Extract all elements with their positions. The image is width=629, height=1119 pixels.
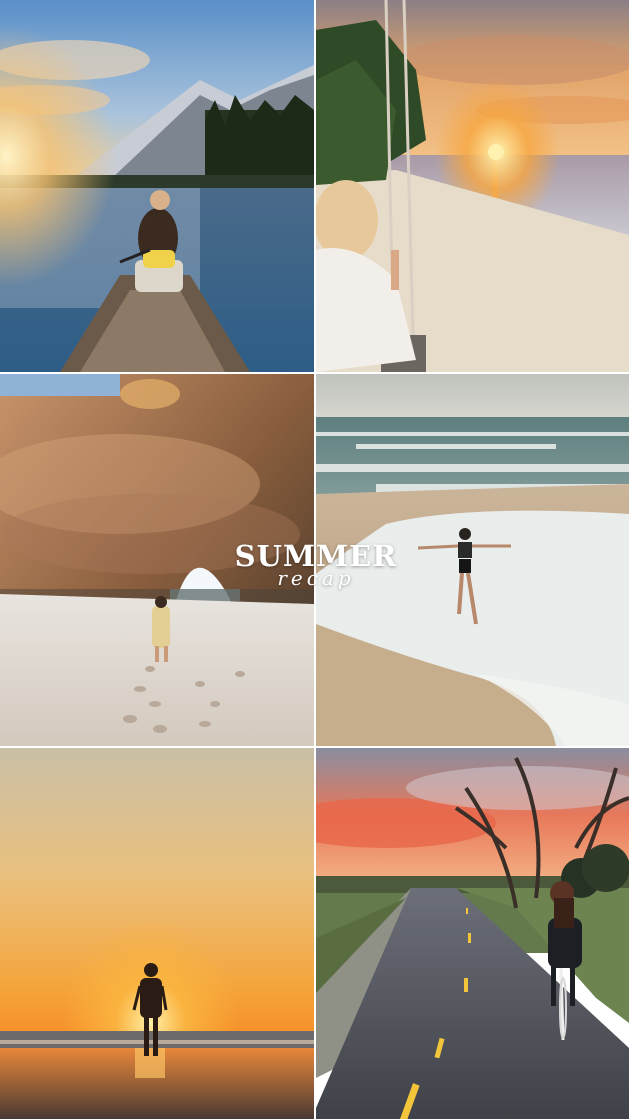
photo-collage: [0, 0, 629, 1119]
photo-beach-swing: [316, 0, 629, 372]
photo-canoe-lake: [0, 0, 314, 372]
photo-bike-path: [316, 748, 629, 1119]
photo-sunset-beach-walk: [0, 748, 314, 1119]
photo-sea-cave: [0, 374, 314, 746]
photo-surf-beach: [316, 374, 629, 746]
